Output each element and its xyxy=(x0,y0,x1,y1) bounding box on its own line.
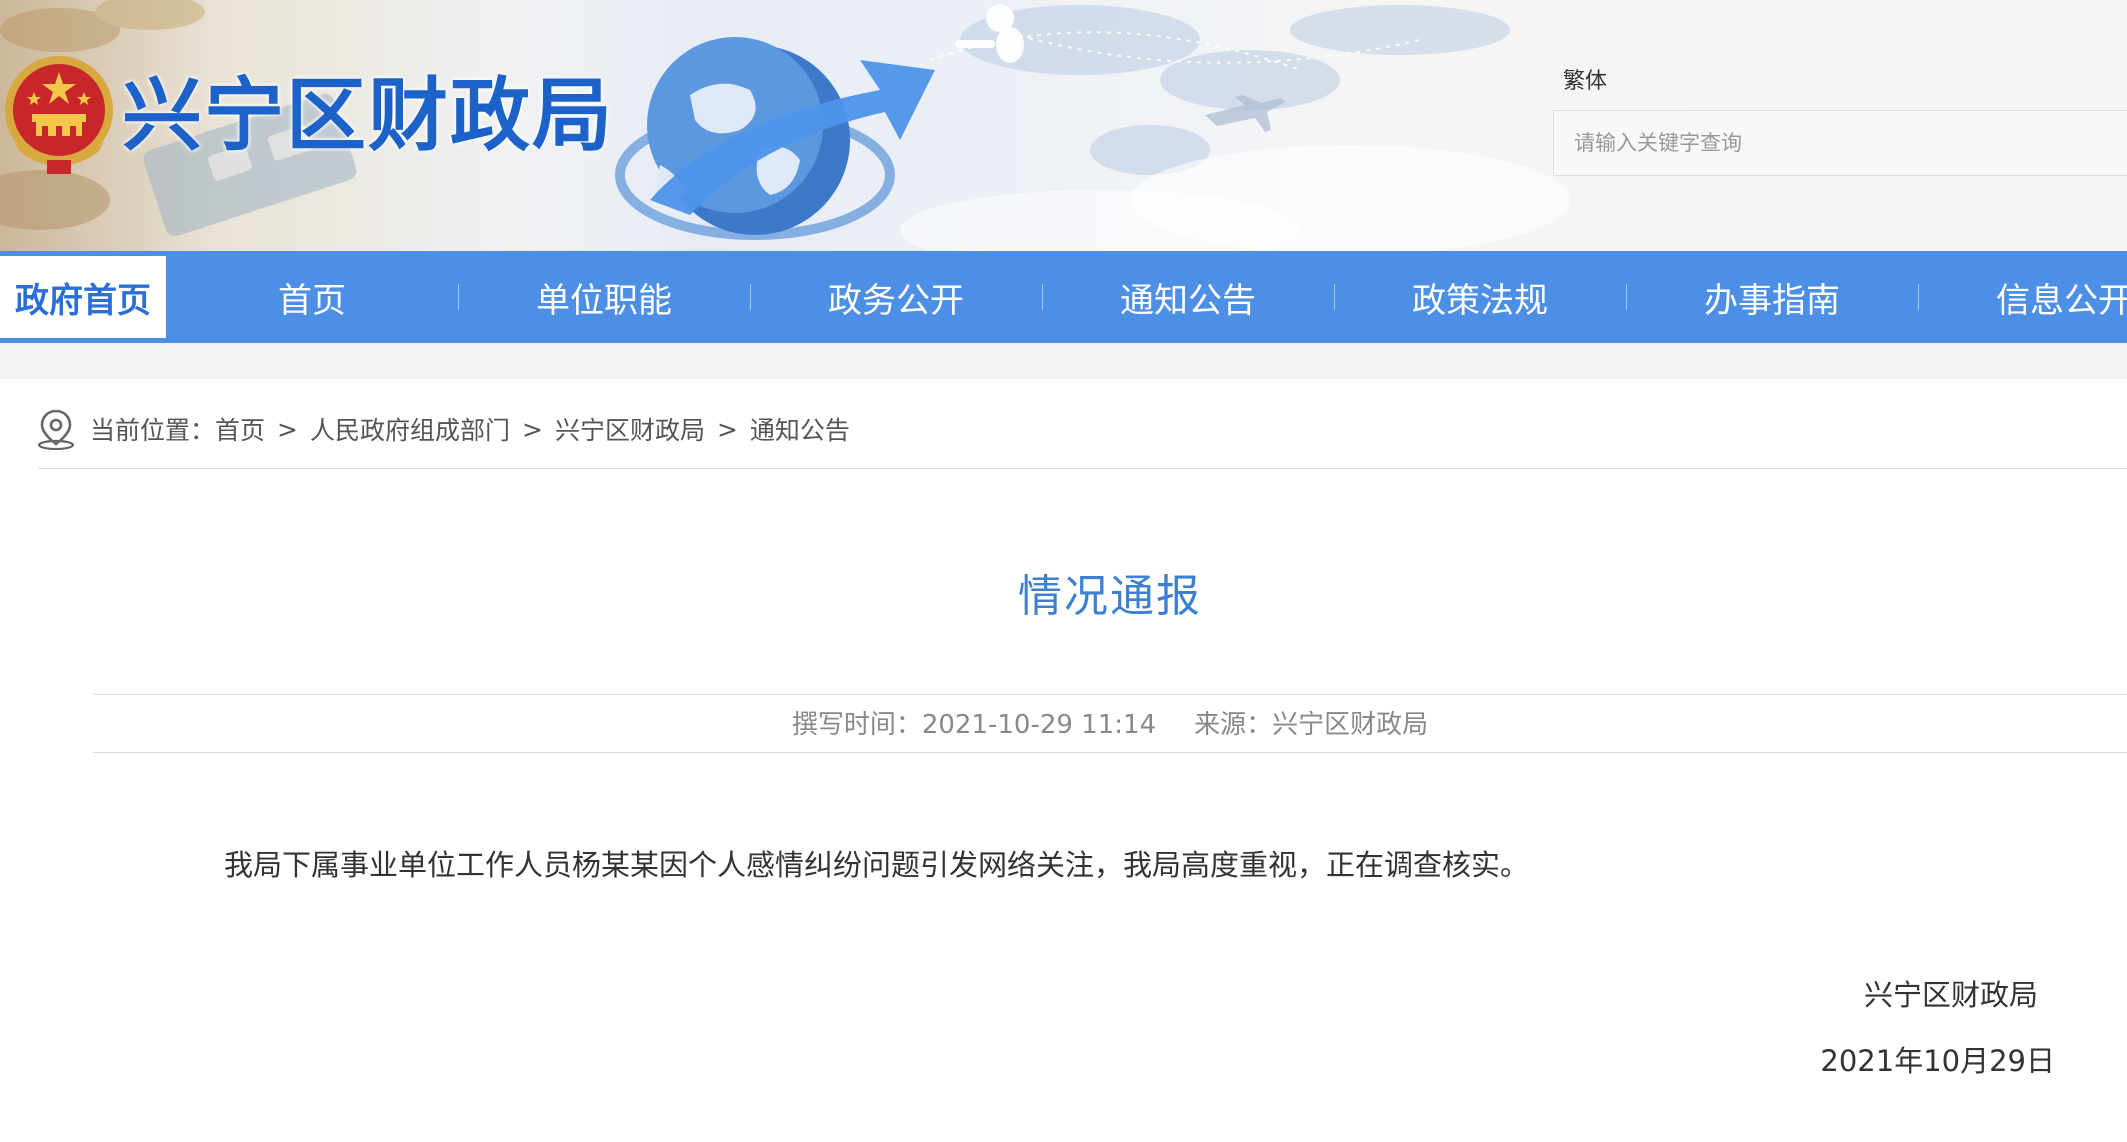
breadcrumb-finance-bureau[interactable]: 兴宁区财政局 xyxy=(555,411,705,447)
breadcrumb-separator: > xyxy=(716,414,738,444)
meta-source-label: 来源： xyxy=(1194,710,1273,740)
nav-item-guide[interactable]: 办事指南 xyxy=(1626,251,1918,343)
meta-divider-bottom xyxy=(93,752,2127,753)
nav-item-info-disclosure[interactable]: 信息公开 xyxy=(1918,251,2127,343)
main-nav: 政府首页 首页 单位职能 政务公开 通知公告 政策法规 办事指南 信息公开 xyxy=(0,251,2127,343)
nav-item-policies[interactable]: 政策法规 xyxy=(1334,251,1626,343)
nav-spacer xyxy=(0,343,2127,379)
breadcrumb-divider xyxy=(38,468,2127,469)
nav-gov-home[interactable]: 政府首页 xyxy=(0,256,166,338)
meta-divider-top xyxy=(93,694,2127,695)
meta-source-value: 兴宁区财政局 xyxy=(1272,710,1429,740)
site-title: 兴宁区财政局 xyxy=(122,69,614,162)
search-input[interactable] xyxy=(1553,110,2127,176)
globe-arrow-icon xyxy=(615,37,935,240)
nav-item-gov-affairs[interactable]: 政务公开 xyxy=(750,251,1042,343)
traditional-chinese-link[interactable]: 繁体 xyxy=(1563,63,1607,95)
meta-time-value: 2021-10-29 11:14 xyxy=(921,710,1157,740)
header-banner: 兴宁区财政局 繁体 xyxy=(0,0,2127,251)
meta-time-label: 撰写时间： xyxy=(791,710,922,740)
location-pin-icon xyxy=(37,409,75,450)
article-date: 2021年10月29日 xyxy=(1820,1044,2055,1078)
article-body: 我局下属事业单位工作人员杨某某因个人感情纠纷问题引发网络关注，我局高度重视，正在… xyxy=(224,848,1530,882)
breadcrumb-separator: > xyxy=(522,414,543,444)
breadcrumb-label: 当前位置： xyxy=(90,416,216,445)
breadcrumb-home[interactable]: 首页 xyxy=(215,411,265,447)
national-emblem-icon xyxy=(5,56,113,174)
article-meta: 撰写时间：2021-10-29 11:14 来源：兴宁区财政局 xyxy=(0,704,2127,744)
article-title: 情况通报 xyxy=(1018,571,1202,622)
breadcrumb-notices[interactable]: 通知公告 xyxy=(750,411,850,447)
nav-item-functions[interactable]: 单位职能 xyxy=(458,251,750,343)
nav-item-home[interactable]: 首页 xyxy=(166,251,458,343)
breadcrumb: 当前位置： 首页 > 人民政府组成部门 > 兴宁区财政局 > 通知公告 xyxy=(36,404,850,454)
breadcrumb-gov-departments[interactable]: 人民政府组成部门 xyxy=(310,411,510,447)
breadcrumb-separator: > xyxy=(277,414,298,444)
nav-item-notices[interactable]: 通知公告 xyxy=(1042,251,1334,343)
article-signature: 兴宁区财政局 xyxy=(1863,978,2038,1012)
